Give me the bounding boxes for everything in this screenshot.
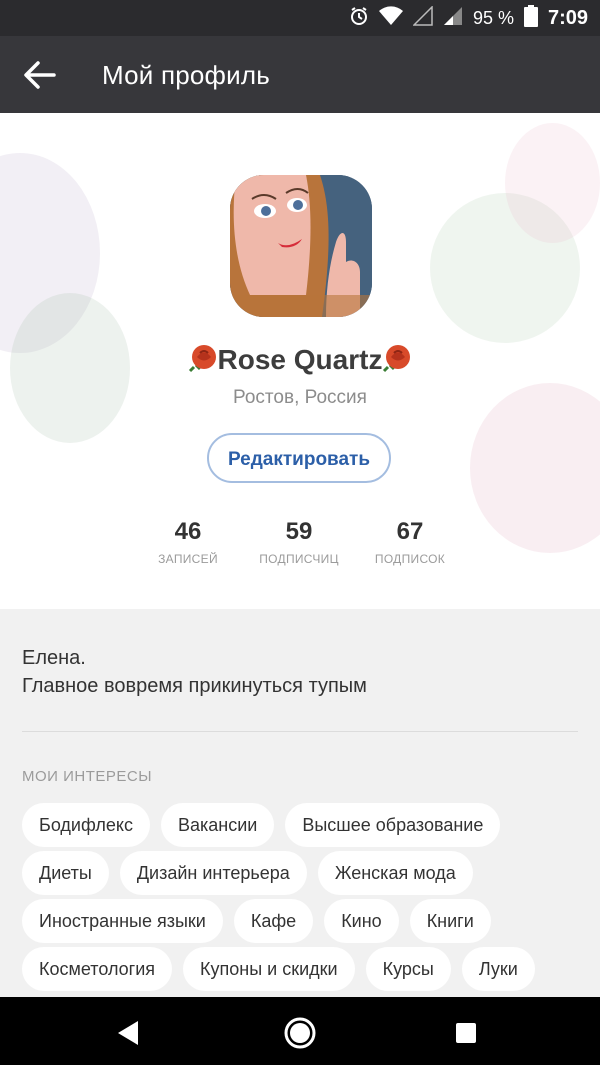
- interest-chip[interactable]: Высшее образование: [285, 803, 501, 847]
- stat-followers[interactable]: 59 ПОДПИСЧИЦ: [239, 518, 359, 566]
- profile-location: Ростов, Россия: [233, 387, 367, 408]
- about-line: Главное вовремя прикинуться тупым: [22, 675, 367, 697]
- interest-chip[interactable]: Бодифлекс: [22, 803, 150, 847]
- interests-heading: МОИ ИНТЕРЕСЫ: [22, 768, 153, 785]
- status-icons: 95 % 7:09: [349, 0, 588, 36]
- stat-value: 59: [285, 518, 313, 545]
- clock: 7:09: [547, 6, 588, 29]
- signal-icon: [412, 4, 433, 31]
- battery-icon: [523, 4, 538, 32]
- divider: [22, 731, 578, 732]
- interest-chip[interactable]: Курсы: [365, 947, 451, 991]
- interest-chip[interactable]: Купоны и скидки: [183, 947, 355, 991]
- interest-chip[interactable]: Луки: [461, 947, 535, 991]
- interest-chip[interactable]: Кафе: [233, 899, 314, 943]
- about-line: Елена.: [22, 647, 86, 669]
- interest-chip[interactable]: Книги: [409, 899, 491, 943]
- stat-following[interactable]: 67 ПОДПИСОК: [350, 518, 470, 566]
- background-decoration: [505, 123, 600, 243]
- interest-chip[interactable]: Вакансии: [161, 803, 275, 847]
- rose-icon: [188, 343, 218, 373]
- interest-chip[interactable]: Дизайн интерьера: [119, 851, 307, 895]
- nav-recents-icon[interactable]: [448, 1015, 484, 1051]
- profile-about: Елена. Главное вовремя прикинуться тупым: [22, 644, 367, 700]
- nav-home-icon[interactable]: [282, 1015, 318, 1051]
- interest-chip[interactable]: Иностранные языки: [22, 899, 223, 943]
- system-nav-bar: [0, 997, 600, 1065]
- interest-chip[interactable]: Косметология: [22, 947, 173, 991]
- stat-posts[interactable]: 46 ЗАПИСЕЙ: [128, 518, 248, 566]
- nav-back-icon[interactable]: [110, 1015, 146, 1051]
- edit-profile-button[interactable]: Редактировать: [207, 433, 391, 483]
- battery-percent: 95 %: [472, 7, 514, 28]
- page-title: Мой профиль: [102, 60, 270, 90]
- signal-icon: [443, 6, 463, 31]
- interest-chip[interactable]: Диеты: [22, 851, 109, 895]
- avatar[interactable]: [230, 175, 372, 317]
- stat-label: ПОДПИСОК: [374, 552, 446, 566]
- profile-name-text: Rose Quartz: [217, 344, 383, 375]
- stat-value: 46: [174, 518, 202, 545]
- interest-chip[interactable]: Женская мода: [317, 851, 473, 895]
- rose-icon: [382, 343, 412, 373]
- profile-header: Rose Quartz Ростов, Россия Редактировать…: [0, 113, 600, 609]
- stat-label: ПОДПИСЧИЦ: [259, 552, 339, 566]
- app-bar: Мой профиль: [0, 36, 600, 113]
- back-arrow-icon[interactable]: [22, 58, 58, 92]
- interest-chip[interactable]: Кино: [324, 899, 399, 943]
- status-bar: 95 % 7:09: [0, 0, 600, 36]
- stat-label: ЗАПИСЕЙ: [158, 552, 218, 566]
- alarm-icon: [349, 6, 369, 31]
- wifi-icon: [378, 5, 403, 31]
- interests-list: Бодифлекс Вакансии Высшее образование Ди…: [22, 803, 582, 995]
- stat-value: 67: [396, 518, 424, 545]
- profile-name: Rose Quartz: [0, 343, 600, 376]
